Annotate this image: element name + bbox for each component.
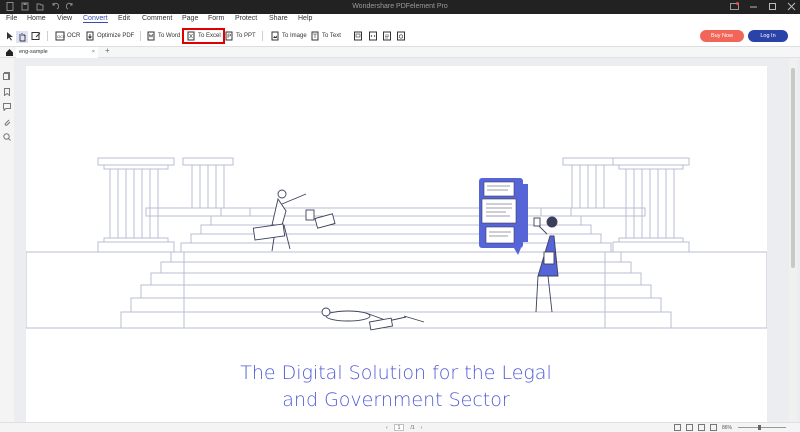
- to-html-button[interactable]: [368, 31, 378, 41]
- to-word-label: To Word: [158, 33, 181, 39]
- close-icon[interactable]: [787, 2, 796, 11]
- excel-file-icon: [187, 31, 195, 41]
- log-in-button[interactable]: Log In: [748, 30, 788, 42]
- image-file-icon: [271, 31, 279, 41]
- notification-icon[interactable]: [730, 2, 739, 11]
- minimize-icon[interactable]: [749, 2, 758, 11]
- window-controls: [730, 2, 796, 11]
- tab-close-icon[interactable]: ×: [92, 47, 95, 58]
- to-rtf-button[interactable]: [382, 31, 392, 41]
- document-tab[interactable]: eng-sample ×: [16, 47, 98, 58]
- headline-line-1: The Digital Solution for the Legal: [240, 362, 551, 384]
- to-epub-button[interactable]: [353, 31, 363, 41]
- page-total: /1: [410, 424, 415, 431]
- to-text-button[interactable]: To Text: [310, 31, 341, 41]
- home-icon[interactable]: [5, 48, 14, 57]
- word-file-icon: [147, 31, 155, 41]
- to-hwp-button[interactable]: [396, 31, 406, 41]
- hand-icon: [19, 33, 26, 42]
- to-image-button[interactable]: To Image: [270, 31, 307, 41]
- page-number-input[interactable]: 1: [393, 424, 405, 431]
- to-text-label: To Text: [322, 33, 341, 39]
- menu-view[interactable]: View: [57, 15, 72, 22]
- search-icon[interactable]: [3, 128, 11, 141]
- rtf-file-icon: [383, 31, 391, 41]
- svg-text:OCR: OCR: [57, 34, 65, 39]
- menu-convert[interactable]: Convert: [83, 15, 108, 23]
- ppt-file-icon: [225, 31, 233, 41]
- edit-tool[interactable]: [31, 31, 41, 41]
- view-mode-icons: [674, 424, 717, 431]
- legal-illustration: The Digital Solution for the Legal and G…: [26, 157, 767, 411]
- convert-ribbon: OCR OCR Optimize PDF To Word To Excel To…: [0, 25, 800, 47]
- single-page-view-icon[interactable]: [674, 424, 681, 431]
- menu-home[interactable]: Home: [27, 15, 46, 22]
- optimize-pdf-label: Optimize PDF: [97, 33, 135, 39]
- document-canvas: The Digital Solution for the Legal and G…: [14, 58, 800, 422]
- cursor-icon: [7, 32, 13, 41]
- headline-line-2: and Government Sector: [282, 389, 510, 411]
- ocr-button[interactable]: OCR OCR: [55, 31, 80, 41]
- zoom-level: 86%: [722, 425, 733, 431]
- ocr-label: OCR: [67, 33, 81, 39]
- menu-share[interactable]: Share: [269, 15, 288, 22]
- left-panel-toolbar: [0, 58, 14, 422]
- menu-page[interactable]: Page: [182, 15, 198, 22]
- to-word-button[interactable]: To Word: [146, 31, 180, 41]
- scrollbar-thumb[interactable]: [791, 68, 795, 268]
- prev-page-icon[interactable]: ‹: [386, 425, 388, 431]
- fit-page-icon[interactable]: [710, 424, 717, 431]
- page-navigator: ‹ 1 /1 ›: [386, 424, 422, 431]
- to-excel-button[interactable]: To Excel: [182, 28, 225, 44]
- epub-file-icon: [354, 31, 362, 41]
- optimize-icon: [86, 31, 94, 41]
- to-ppt-button[interactable]: To PPT: [224, 31, 256, 41]
- attachment-icon[interactable]: [3, 113, 11, 126]
- zoom-slider[interactable]: [738, 427, 786, 428]
- fit-width-icon[interactable]: [698, 424, 705, 431]
- menu-form[interactable]: Form: [208, 15, 224, 22]
- select-tool[interactable]: [5, 31, 15, 41]
- document-tab-label: eng-sample: [19, 49, 48, 55]
- menu-protect[interactable]: Protect: [235, 15, 257, 22]
- text-file-icon: [311, 31, 319, 41]
- menu-comment[interactable]: Comment: [142, 15, 172, 22]
- vertical-scrollbar[interactable]: [789, 58, 797, 422]
- title-bar: Wondershare PDFelement Pro: [0, 0, 800, 14]
- to-ppt-label: To PPT: [236, 33, 256, 39]
- menu-bar: File Home View Convert Edit Comment Page…: [0, 14, 800, 25]
- hand-tool[interactable]: [16, 31, 28, 43]
- to-excel-label: To Excel: [198, 33, 221, 39]
- html-file-icon: [369, 31, 377, 41]
- comment-icon[interactable]: [3, 98, 11, 112]
- two-page-view-icon[interactable]: [686, 424, 693, 431]
- menu-edit[interactable]: Edit: [118, 15, 130, 22]
- bookmark-icon[interactable]: [3, 83, 11, 97]
- document-tab-bar: eng-sample × +: [0, 46, 800, 58]
- hwp-file-icon: [397, 31, 405, 41]
- ocr-icon: OCR: [55, 31, 65, 41]
- maximize-icon[interactable]: [768, 2, 777, 11]
- buy-now-button[interactable]: Buy Now: [700, 30, 744, 42]
- optimize-pdf-button[interactable]: Optimize PDF: [85, 31, 134, 41]
- edit-icon: [31, 32, 41, 40]
- zoom-slider-handle[interactable]: [758, 425, 761, 430]
- window-title: Wondershare PDFelement Pro: [352, 3, 448, 10]
- to-image-label: To Image: [282, 33, 307, 39]
- menu-file[interactable]: File: [6, 15, 17, 22]
- status-bar: ‹ 1 /1 › 86%: [0, 422, 800, 432]
- next-page-icon[interactable]: ›: [421, 425, 423, 431]
- pdf-page: The Digital Solution for the Legal and G…: [26, 66, 767, 422]
- menu-help[interactable]: Help: [298, 15, 312, 22]
- thumbnails-icon[interactable]: [3, 67, 11, 80]
- new-tab-icon[interactable]: +: [105, 46, 110, 55]
